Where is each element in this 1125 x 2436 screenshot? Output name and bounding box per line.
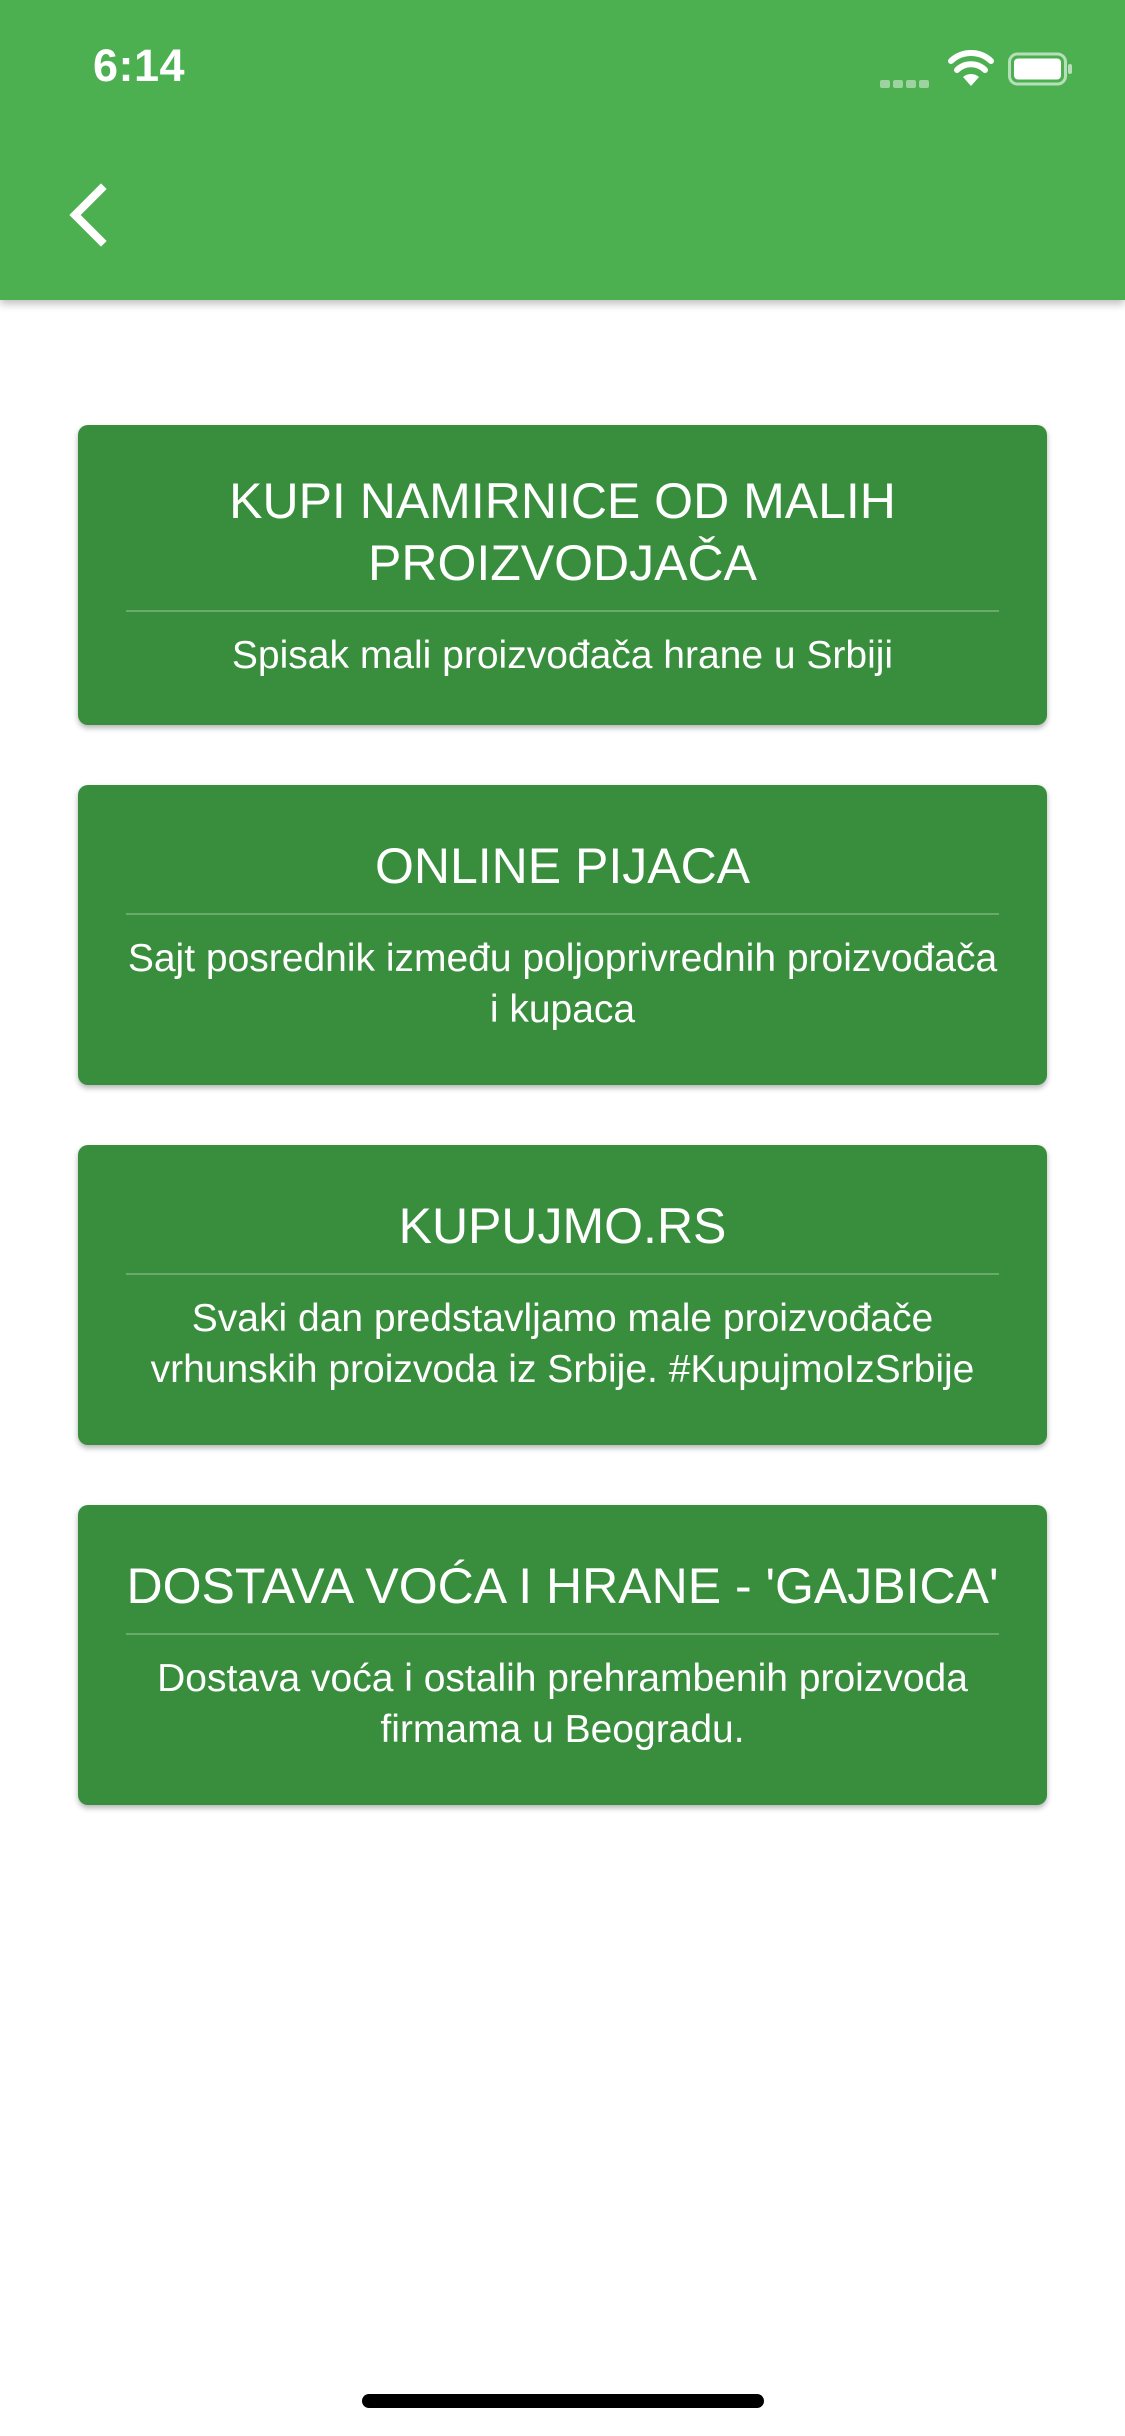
wifi-icon bbox=[948, 48, 994, 88]
card-title: ONLINE PIJACA bbox=[374, 838, 751, 894]
card-title: KUPUJMO.RS bbox=[398, 1198, 727, 1254]
card-list: KUPI NAMIRNICE OD MALIH PROIZVODJAČA Spi… bbox=[78, 425, 1047, 1865]
card-title: KUPI NAMIRNICE OD MALIH PROIZVODJAČA bbox=[229, 472, 896, 591]
card-title: DOSTAVA VOĆA I HRANE - 'GAJBICA' bbox=[126, 1558, 999, 1614]
card-divider bbox=[126, 1273, 999, 1275]
card-divider bbox=[126, 913, 999, 915]
card-online-pijaca[interactable]: ONLINE PIJACA Sajt posrednik između polj… bbox=[78, 785, 1047, 1085]
chevron-left-icon bbox=[69, 183, 107, 247]
app-bar: 6:14 bbox=[0, 0, 1125, 300]
status-time: 6:14 bbox=[93, 40, 186, 91]
card-kupujmo[interactable]: KUPUJMO.RS Svaki dan predstavljamo male … bbox=[78, 1145, 1047, 1445]
battery-icon bbox=[1008, 52, 1074, 86]
card-subtitle: Sajt posrednik između poljoprivrednih pr… bbox=[127, 937, 998, 1031]
home-indicator[interactable] bbox=[362, 2394, 764, 2408]
card-subtitle: Spisak mali proizvođača hrane u Srbiji bbox=[231, 633, 894, 677]
card-divider bbox=[126, 609, 999, 612]
card-gajbica[interactable]: DOSTAVA VOĆA I HRANE - 'GAJBICA' Dostava… bbox=[78, 1505, 1047, 1805]
cellular-signal-icon bbox=[880, 75, 934, 88]
back-button[interactable] bbox=[52, 170, 122, 260]
card-subtitle: Dostava voća i ostalih prehrambenih proi… bbox=[157, 1657, 968, 1751]
screen: 6:14 KUPI NAMIRNICE OD MALIH PROIZVODJAČ… bbox=[0, 0, 1125, 2436]
card-subtitle: Svaki dan predstavljamo male proizvođače… bbox=[150, 1297, 975, 1391]
card-divider bbox=[126, 1633, 999, 1635]
card-kupi-namirnice[interactable]: KUPI NAMIRNICE OD MALIH PROIZVODJAČA Spi… bbox=[78, 425, 1047, 725]
